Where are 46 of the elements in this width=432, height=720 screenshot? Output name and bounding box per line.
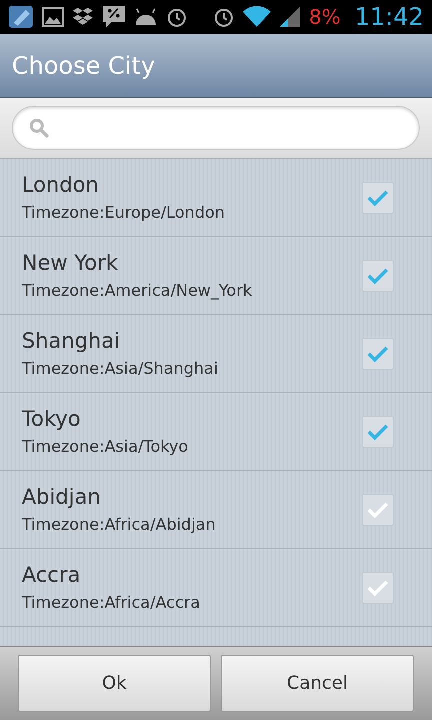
timezone-label: Timezone:America/New_York [22,281,254,300]
box-icon [72,7,94,27]
timezone-label: Timezone:Africa/Abidjan [22,515,217,534]
timezone-label: Timezone:Asia/Tokyo [22,437,190,456]
window-title: Choose City [12,52,156,80]
check-icon [367,578,389,596]
alarm-icon [166,6,188,28]
check-icon [367,344,389,362]
city-item[interactable]: New York Timezone:America/New_York [0,237,432,315]
city-item[interactable]: Abidjan Timezone:Africa/Abidjan [0,471,432,549]
checkbox[interactable] [362,338,394,370]
clock: 11:42 [354,3,424,31]
search-field[interactable] [12,106,420,150]
dialog-button[interactable]: Ok [18,655,211,712]
checkbox[interactable] [362,494,394,526]
city-item[interactable]: Accra Timezone:Africa/Accra [0,549,432,627]
search-icon [29,118,49,138]
city-name: London [22,173,100,197]
city-name: Abidjan [22,485,102,509]
checkbox[interactable] [362,416,394,448]
city-name: Tokyo [22,407,82,431]
check-icon [367,422,389,440]
city-name: Shanghai [22,329,122,353]
signal-icon [279,6,302,28]
picture-icon [42,7,64,27]
city-item[interactable]: Tokyo Timezone:Asia/Tokyo [0,393,432,471]
city-name: Accra [22,563,82,587]
city-item[interactable]: Shanghai Timezone:Asia/Shanghai [0,315,432,393]
city-item[interactable]: London Timezone:Europe/London [0,159,432,237]
checkbox[interactable] [362,260,394,292]
check-icon [367,188,389,206]
robot-icon [134,8,158,26]
percent-chat-icon [102,5,126,29]
timezone-label: Timezone:Europe/London [22,203,226,222]
timezone-label: Timezone:Africa/Accra [22,593,202,612]
checkbox[interactable] [362,572,394,604]
timezone-label: Timezone:Asia/Shanghai [22,359,220,378]
checkbox[interactable] [362,182,394,214]
battery-level: 8% [309,5,341,29]
alarm-icon [213,6,236,28]
check-icon [367,500,389,518]
wifi-icon [243,6,272,28]
check-icon [367,266,389,284]
dialog-button[interactable]: Cancel [221,655,414,712]
city-name: New York [22,251,120,275]
app-icon [8,5,34,29]
